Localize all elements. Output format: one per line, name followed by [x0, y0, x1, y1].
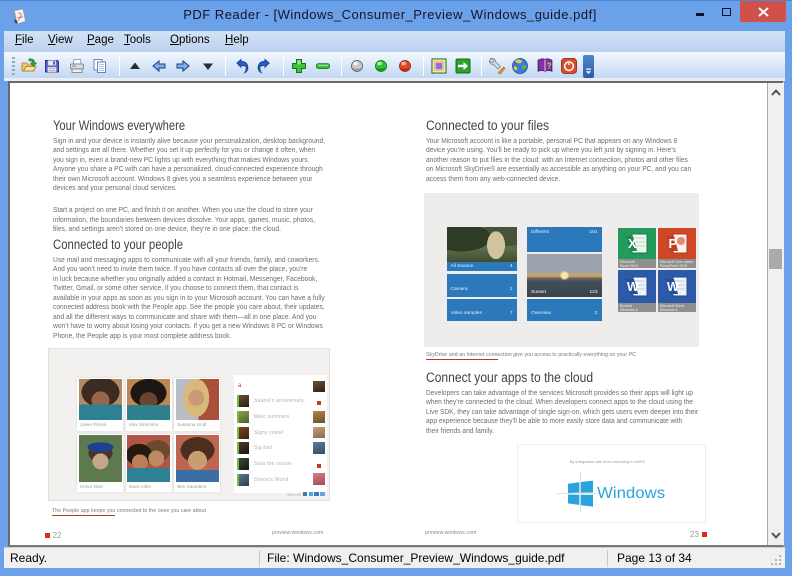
- svg-text:W: W: [627, 280, 639, 294]
- svg-text:W: W: [667, 280, 679, 294]
- svg-text:?: ?: [547, 61, 552, 70]
- svg-text:X: X: [628, 236, 637, 251]
- svg-text:P: P: [668, 236, 677, 251]
